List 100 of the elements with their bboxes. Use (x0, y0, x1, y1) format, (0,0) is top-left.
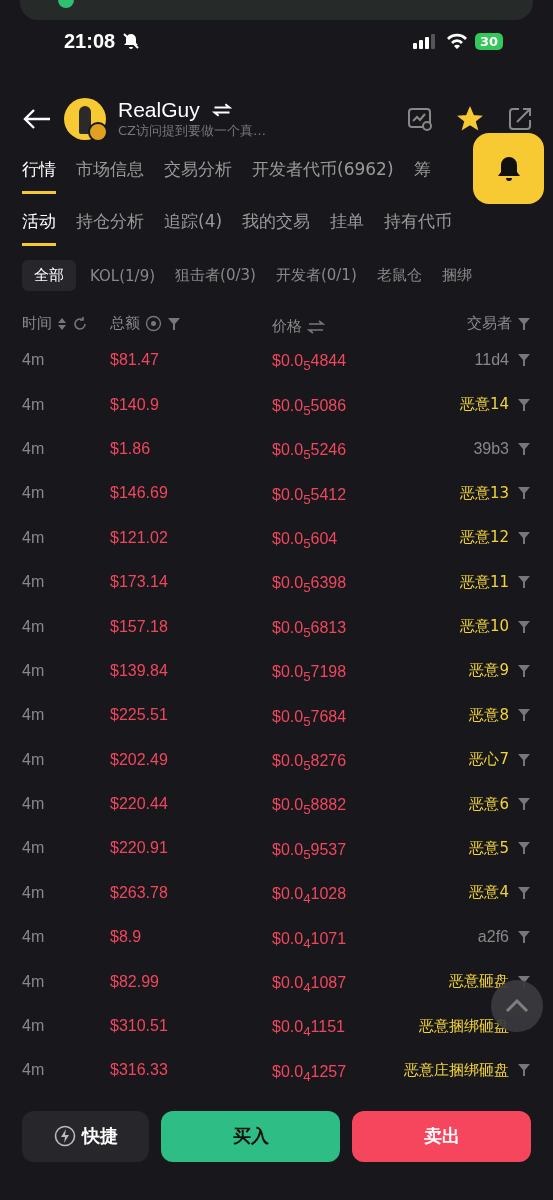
target-icon[interactable] (145, 315, 162, 332)
filter-chip[interactable]: 全部 (22, 260, 76, 291)
trader-cell[interactable]: 11d4 (474, 351, 509, 370)
filter-icon[interactable] (517, 575, 531, 590)
filter-icon[interactable] (517, 885, 531, 900)
amount-cell-text: $220.91 (110, 839, 169, 858)
trader-cell[interactable]: 恶意5 (469, 839, 509, 858)
tab[interactable]: 我的交易 (242, 210, 311, 246)
time-cell-text: 4m (22, 706, 46, 725)
trader-cell[interactable]: 恶意砸盘 (449, 972, 509, 992)
time-cell-text: 4m (22, 528, 46, 547)
price-cell-text: $0.0$_{5}$6398 (272, 573, 348, 595)
filter-icon[interactable] (517, 353, 531, 368)
amount-cell-text: $310.51 (110, 1017, 169, 1036)
trader-cell[interactable]: 恶意捆绑砸盘 (419, 1016, 509, 1036)
filter-chip[interactable]: 狙击者(0/3) (169, 260, 262, 291)
filter-chip[interactable]: 捆绑 (435, 260, 478, 291)
price-cell-text: $0.0$_{4}$1257 (272, 1061, 348, 1084)
time-cell-text: 4m (22, 484, 46, 503)
filter-icon[interactable] (517, 486, 531, 501)
amount-cell-text: $121.02 (110, 528, 169, 547)
amount-cell-text: $146.69 (110, 484, 169, 503)
filter-icon[interactable] (517, 663, 531, 678)
trader-cell[interactable]: 恶意14 (459, 395, 509, 415)
price-cell-text: $0.0$_{4}$1028 (272, 884, 348, 906)
filter-chip[interactable]: KOL(1/9) (84, 260, 162, 291)
amount-cell-text: $225.51 (110, 706, 169, 725)
filter-icon[interactable] (517, 1063, 531, 1078)
trader-cell[interactable]: 恶意12 (459, 528, 509, 548)
price-cell-text: $0.0$_{5}$8882 (272, 795, 348, 817)
share-icon[interactable] (507, 106, 533, 132)
chart-watch-icon[interactable] (407, 106, 433, 132)
price-cell-text: $0.0$_{5}$604 (272, 529, 339, 551)
price-cell-text: $0.0$_{5}$9537 (272, 839, 348, 862)
time-cell-text: 4m (22, 972, 46, 991)
trader-cell[interactable]: 恶意4 (469, 883, 509, 903)
amount-cell-text: $81.47 (110, 351, 160, 370)
refresh-icon[interactable] (72, 315, 88, 332)
trader-cell[interactable]: 恶意10 (459, 617, 509, 637)
filter-icon[interactable] (167, 316, 181, 331)
trader-cell[interactable]: 恶意9 (469, 661, 509, 681)
trader-cell[interactable]: 恶心7 (469, 750, 509, 770)
tab[interactable]: 筹 (413, 158, 431, 194)
time-cell-text: 4m (22, 395, 46, 414)
trader-cell[interactable]: a2f6 (477, 928, 509, 947)
trader-cell[interactable]: 恶意11 (459, 572, 509, 592)
filter-icon[interactable] (517, 530, 531, 545)
price-cell-text: $0.0$_{4}$1071 (272, 928, 348, 951)
battery-level: 30 (474, 32, 503, 50)
tab[interactable]: 持仓分析 (76, 210, 144, 246)
trader-cell[interactable]: 恶意6 (469, 794, 509, 814)
filter-icon[interactable] (517, 752, 531, 767)
filter-icon[interactable] (517, 797, 531, 812)
time-cell-text: 4m (22, 1061, 46, 1080)
tab[interactable]: 开发者代币(6962) (252, 158, 394, 194)
column-header[interactable]: 总额 (110, 314, 140, 333)
tab[interactable]: 追踪(4) (164, 210, 223, 246)
star-icon[interactable] (457, 106, 483, 132)
trader-cell[interactable]: 39b3 (473, 439, 509, 458)
token-avatar (64, 98, 106, 140)
column-header[interactable]: 时间 (22, 314, 52, 333)
filter-icon[interactable] (517, 841, 531, 856)
tab[interactable]: 挂单 (330, 210, 365, 246)
back-icon[interactable] (22, 107, 52, 131)
sort-icon[interactable] (57, 316, 67, 331)
filter-icon[interactable] (517, 441, 531, 456)
bell-icon (495, 154, 522, 183)
action-button[interactable]: 卖出 (352, 1110, 531, 1162)
column-header[interactable]: 交易者 (467, 314, 512, 333)
time-cell-text: 4m (22, 1017, 46, 1036)
amount-cell-text: $263.78 (110, 883, 169, 902)
time-cell-text: 4m (22, 439, 46, 458)
column-header[interactable]: 价格 (272, 319, 302, 334)
action-button[interactable]: 买入 (161, 1110, 340, 1162)
tab[interactable]: 活动 (22, 210, 56, 246)
tab[interactable]: 交易分析 (164, 158, 232, 194)
filter-icon[interactable] (517, 619, 531, 634)
tab[interactable]: 市场信息 (76, 158, 144, 194)
filter-icon[interactable] (517, 316, 531, 331)
filter-icon[interactable] (517, 708, 531, 723)
amount-cell-text: $82.99 (110, 972, 160, 991)
tab[interactable]: 持有代币 (384, 210, 453, 246)
time-cell-text: 4m (22, 839, 46, 858)
alert-button[interactable] (473, 133, 544, 204)
filter-chip[interactable]: 老鼠仓 (370, 260, 428, 291)
token-title: RealGuy (118, 98, 200, 122)
tab[interactable]: 行情 (22, 158, 56, 194)
price-cell-text: $0.0$_{5}$5412 (272, 484, 348, 507)
action-button[interactable]: 快捷 (22, 1110, 149, 1162)
amount-cell-text: $202.49 (110, 750, 169, 769)
trader-cell[interactable]: 恶意13 (459, 483, 509, 503)
trader-cell[interactable]: 恶意庄捆绑砸盘 (404, 1060, 509, 1080)
trader-cell[interactable]: 恶意8 (469, 705, 509, 725)
amount-cell-text: $173.14 (110, 573, 169, 592)
price-cell-text: $0.0$_{5}$4844 (272, 351, 348, 373)
filter-chip[interactable]: 开发者(0/1) (269, 260, 363, 291)
filter-icon[interactable] (517, 930, 531, 945)
price-cell-text: $0.0$_{5}$5086 (272, 395, 348, 418)
price-cell-text: $0.0$_{5}$5246 (272, 440, 348, 462)
filter-icon[interactable] (517, 397, 531, 412)
